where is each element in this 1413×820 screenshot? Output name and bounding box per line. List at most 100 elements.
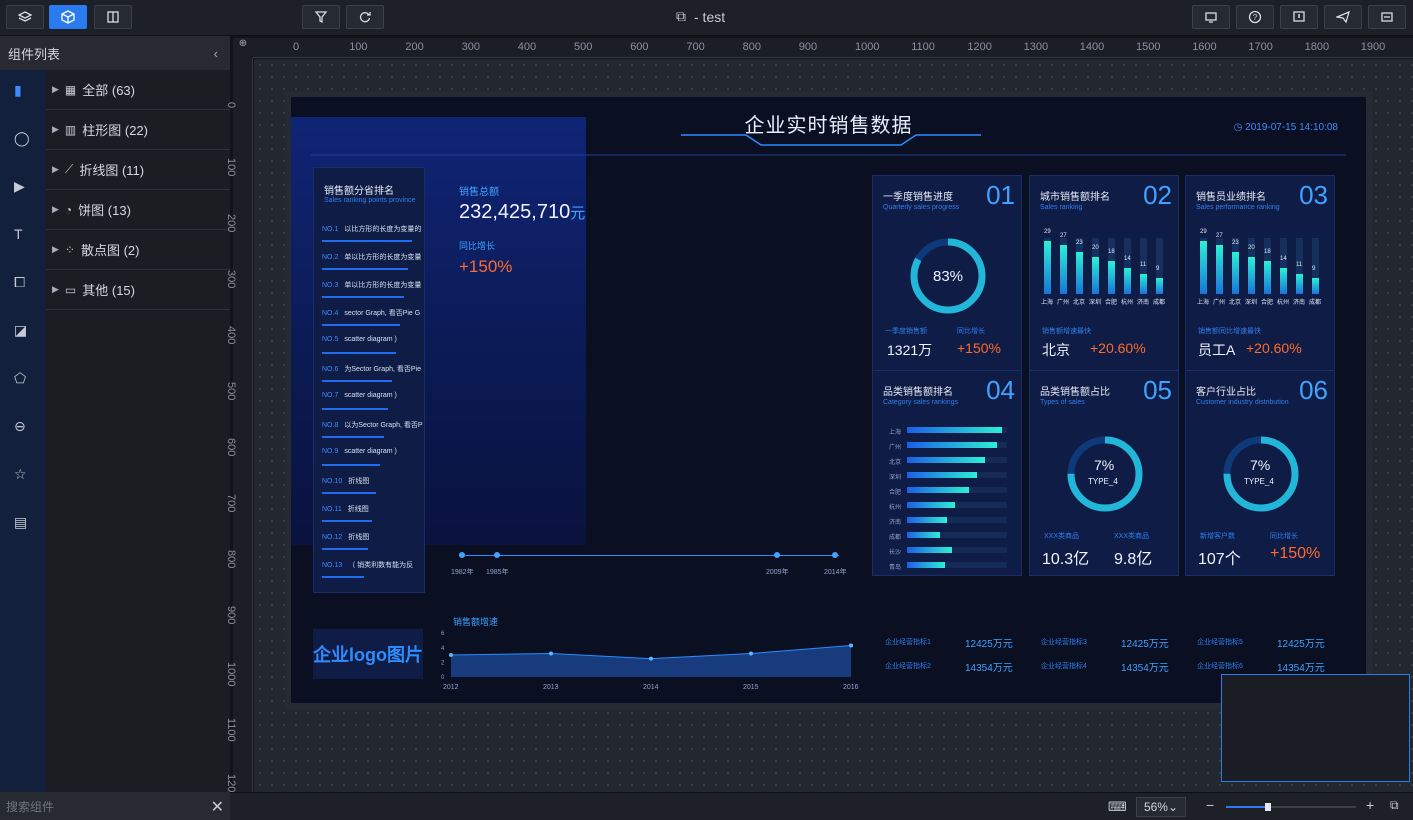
panel-p03[interactable]: 销售员业绩排名 Sales performance ranking 03 29 上海 27… (1185, 175, 1335, 372)
y-tick-label: 6 (441, 631, 445, 637)
alert-button[interactable] (1280, 5, 1318, 29)
polygon-icon[interactable]: ⬠ (14, 370, 26, 387)
rank-bar (322, 324, 400, 326)
component-tree: ▶ ▦ 全部 (63) ▶ ▥ 柱形图 (22) ▶ ⟋ 折线图 (11) ▶ ◔ 饼图 (13) ▶ ⁘… (46, 70, 230, 310)
expand-arrow-icon[interactable]: ▶ (52, 164, 59, 175)
collapse-icon[interactable]: ‹ (214, 46, 218, 61)
play-icon[interactable]: ▶ (14, 178, 25, 195)
ruler-tick-label: 1600 (1192, 41, 1217, 53)
ellipsis-box-icon[interactable]: ▤ (14, 514, 27, 531)
share-button[interactable] (1192, 5, 1230, 29)
bar-icon[interactable]: ▮ (14, 82, 22, 99)
panel-subtitle: Types of sales (1040, 399, 1085, 406)
rank-text: 单以比方形的长度为变量 (344, 282, 422, 289)
map-pin-icon[interactable]: ◯ (14, 130, 30, 147)
expand-arrow-icon[interactable]: ▶ (52, 204, 59, 215)
dashboard-screen[interactable]: 企业实时销售数据 ◷ 2019-07-15 14:10:08 销售额分省排名 Sa… (291, 97, 1366, 703)
zoom-select[interactable]: 56% ⌄ (1136, 797, 1186, 817)
help-button[interactable]: ? (1236, 5, 1274, 29)
clear-search-icon[interactable]: ✕ (211, 797, 224, 817)
tree-item[interactable]: ▶ ▭ 其他 (15) (46, 270, 230, 310)
zoom-slider-handle[interactable] (1264, 803, 1271, 811)
panel-p04[interactable]: 品类销售额排名 Category sales rankings 04 上海 广州 北京 深圳… (872, 370, 1022, 576)
refresh-button[interactable] (346, 5, 384, 29)
category-bar (907, 517, 947, 523)
kpi-value: 107个 (1198, 551, 1241, 568)
bar-value-label: 23 (1232, 239, 1239, 246)
layers-button[interactable] (6, 5, 44, 29)
rank-item: NO.13 （ 销类利数有能为反 (322, 560, 413, 570)
tree-item-label: 饼图 (13) (78, 203, 131, 218)
expand-arrow-icon[interactable]: ▶ (52, 84, 59, 95)
filter-button[interactable] (302, 5, 340, 29)
ruler-tick-label: 900 (798, 41, 818, 53)
category-bar (907, 487, 969, 493)
keyboard-icon[interactable]: ⌨ (1108, 799, 1127, 815)
vertical-ruler[interactable]: 0 100 200 300 400 500 600 700 800 900 1000 1100 120 (225, 58, 253, 792)
rank-panel[interactable]: 销售额分省排名 Sales ranking points province NO.1… (313, 167, 425, 593)
star-icon[interactable]: ☆ (14, 466, 27, 483)
text-icon[interactable]: T (14, 226, 23, 242)
time-text: 2019-07-15 14:10:08 (1245, 122, 1338, 133)
minimap[interactable] (1221, 674, 1410, 782)
rank-text: scatter diagram ) (344, 336, 397, 343)
tree-item-label: 柱形图 (22) (82, 123, 148, 138)
expand-arrow-icon[interactable]: ▶ (52, 124, 59, 135)
rank-no: NO.11 (322, 506, 342, 513)
tree-item[interactable]: ▶ ⁘ 散点图 (2) (46, 230, 230, 270)
bar (1296, 273, 1303, 294)
metric-value: 14354万元 (1277, 663, 1325, 674)
preview-button[interactable] (1368, 5, 1406, 29)
tree-item[interactable]: ▶ ▥ 柱形图 (22) (46, 110, 230, 150)
panel-subtitle: Quarterly sales progress (883, 204, 960, 211)
zoom-in-button[interactable]: + (1366, 797, 1374, 813)
category-label: 杭州 (889, 505, 902, 511)
expand-arrow-icon[interactable]: ▶ (52, 244, 59, 255)
rank-text: 折线图 (347, 506, 369, 513)
zoom-out-button[interactable]: − (1206, 797, 1214, 813)
panel-p05[interactable]: 品类销售额占比 Types of sales 05 7% TYPE_4 XXX类商品 10.… (1029, 370, 1179, 576)
expand-arrow-icon[interactable]: ▶ (52, 284, 59, 295)
frame-icon[interactable]: ⧠ (14, 274, 25, 291)
tree-item[interactable]: ▶ ◔ 饼图 (13) (46, 190, 230, 230)
bar (1124, 268, 1131, 294)
bar (1312, 277, 1319, 294)
panel-title: 销售员业绩排名 (1196, 192, 1266, 203)
category-label: 长沙 (889, 550, 902, 556)
panel-p01[interactable]: 一季度销售进度 Quarterly sales progress 01 83% 一季度销… (872, 175, 1022, 372)
kpi-label: 一季度销售额 (885, 328, 927, 335)
timeline (459, 555, 839, 556)
alert-icon (1293, 11, 1305, 22)
category-bar (907, 442, 997, 448)
panel-p02[interactable]: 城市销售额排名 Sales ranking 02 29 上海 27 广州 23 北京 20 深圳 18… (1029, 175, 1179, 372)
metric-label: 企业经营指标3 (1041, 639, 1087, 646)
zoom-slider[interactable] (1226, 803, 1356, 811)
donut-chart (1223, 436, 1299, 512)
panel-p06[interactable]: 客户行业占比 Customer industry distribution 06 7%… (1185, 370, 1335, 576)
ruler-tick-label: 0 (225, 102, 237, 109)
panel-subtitle: Sales performance ranking (1196, 204, 1280, 211)
kpi-value: +20.60% (1090, 340, 1146, 356)
tree-item[interactable]: ▶ ⟋ 折线图 (11) (46, 150, 230, 190)
ruler-tick-label: 1100 (225, 718, 237, 742)
publish-button[interactable] (1324, 5, 1362, 29)
metric-label: 企业经营指标5 (1197, 639, 1243, 646)
ruler-tick-label: 1000 (855, 41, 880, 53)
tree-item[interactable]: ▶ ▦ 全部 (63) (46, 70, 230, 110)
rank-bar (322, 352, 396, 354)
horizontal-ruler[interactable]: 0 100 200 300 400 500 600 700 800 900 1000 1100 1200… (253, 38, 1413, 58)
refresh-icon (359, 12, 371, 23)
search-component-input[interactable]: 搜索组件 ✕ (0, 792, 230, 820)
fit-screen-icon[interactable]: ⧉ (1390, 798, 1399, 813)
more-icon[interactable]: ⊖ (14, 418, 26, 435)
metric-label: 企业经营指标2 (885, 663, 931, 670)
shape-icon[interactable]: ◪ (14, 322, 27, 339)
components-button[interactable] (49, 5, 87, 29)
metric-label: 企业经营指标4 (1041, 663, 1087, 670)
category-label: 上海 (889, 430, 902, 436)
rank-item: NO.8 以为Sector Graph, 看否P (322, 420, 423, 430)
bar (1060, 244, 1067, 294)
split-panel-button[interactable] (94, 5, 132, 29)
ruler-corner[interactable]: ⊕ (233, 38, 253, 58)
editor-canvas[interactable]: 企业实时销售数据 ◷ 2019-07-15 14:10:08 销售额分省排名 Sa… (254, 59, 1413, 792)
